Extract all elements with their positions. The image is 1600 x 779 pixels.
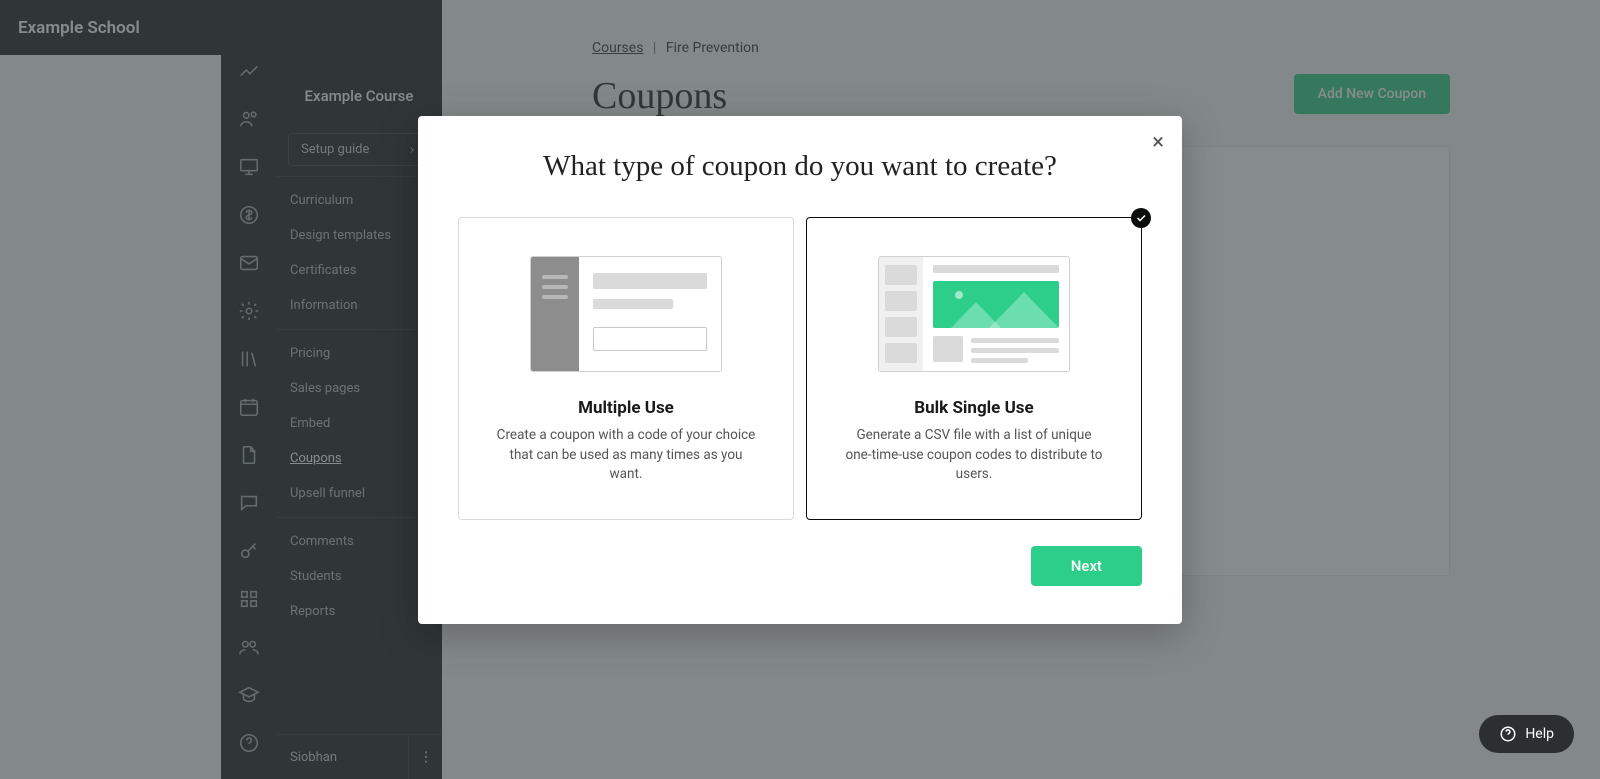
modal-title: What type of coupon do you want to creat… [458,150,1142,183]
close-button[interactable]: × [1152,132,1164,154]
option-desc: Generate a CSV file with a list of uniqu… [844,426,1104,485]
help-icon [1499,725,1517,743]
option-multiple-use[interactable]: Multiple Use Create a coupon with a code… [458,217,794,520]
close-icon: × [1152,130,1164,155]
illustration-bulk [878,256,1070,372]
coupon-type-modal: × What type of coupon do you want to cre… [418,116,1182,624]
check-icon [1131,208,1151,228]
help-widget[interactable]: Help [1479,715,1574,753]
option-title: Multiple Use [487,398,765,418]
option-bulk-single-use[interactable]: Bulk Single Use Generate a CSV file with… [806,217,1142,520]
help-label: Help [1525,726,1554,742]
next-button[interactable]: Next [1031,546,1142,586]
option-desc: Create a coupon with a code of your choi… [496,426,756,485]
option-title: Bulk Single Use [835,398,1113,418]
illustration-multiple [530,256,722,372]
